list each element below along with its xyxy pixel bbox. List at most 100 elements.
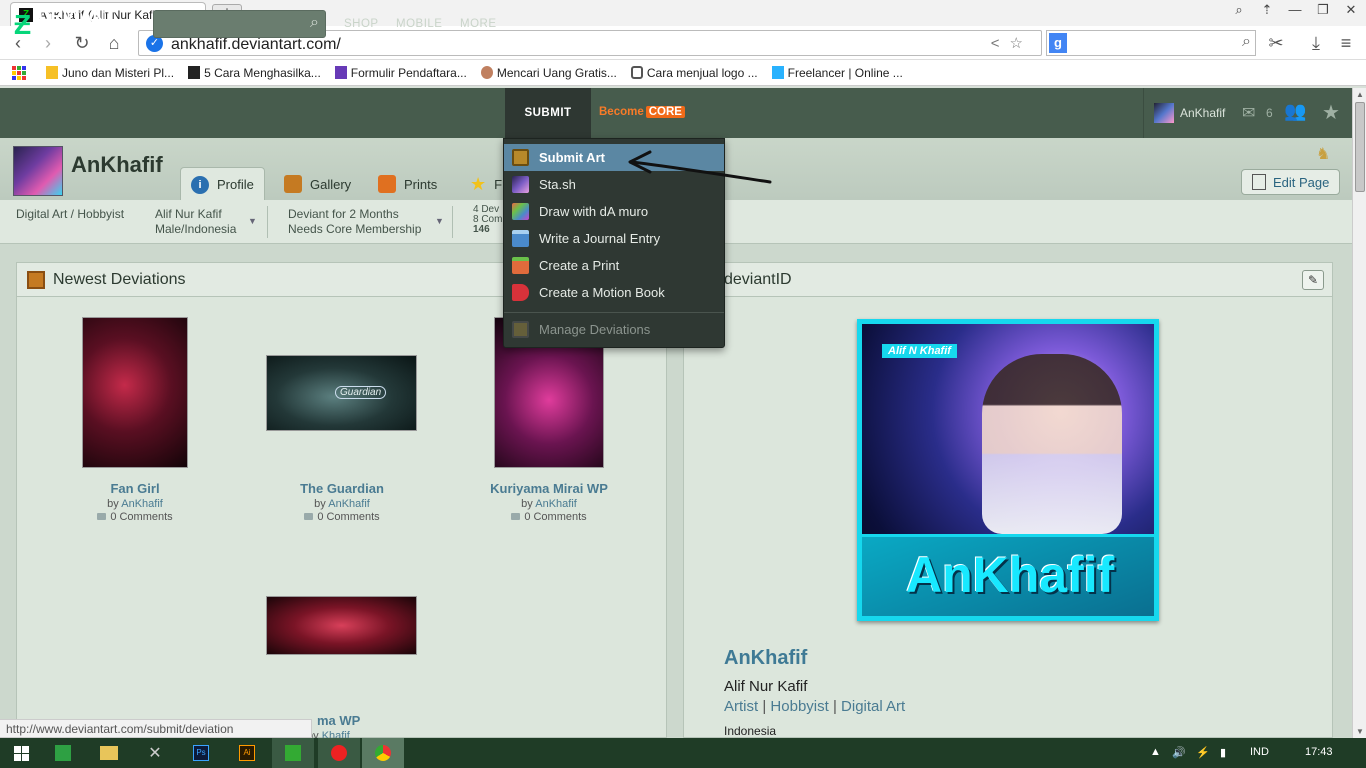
deviation-comments[interactable]: 0 Comments [262, 511, 422, 523]
power-icon[interactable]: ⚡ [1196, 746, 1210, 759]
search-icon[interactable]: ⌕ [310, 14, 319, 32]
taskbar-app[interactable] [42, 738, 84, 768]
deviation-title[interactable]: Kuriyama Mirai WP [469, 481, 629, 496]
language-indicator[interactable]: IND [1250, 746, 1269, 758]
pin-icon[interactable]: ⇡ [1254, 2, 1280, 18]
profile-name[interactable]: AnKhafif [71, 152, 163, 178]
deviation-comments[interactable]: 0 Comments [55, 511, 215, 523]
divider [452, 206, 453, 238]
bookmark-item[interactable]: 5 Cara Menghasilka... [188, 66, 321, 80]
menu-item-print[interactable]: Create a Print [504, 252, 724, 279]
menu-item-manage-deviations[interactable]: Manage Deviations [504, 316, 724, 343]
bookmark-item[interactable]: Cara menjual logo ... [630, 66, 758, 80]
network-icon[interactable]: ▮ [1220, 746, 1226, 759]
llama-icon[interactable]: ♞ [1316, 144, 1330, 163]
submit-button[interactable]: SUBMIT [505, 88, 591, 138]
tab-gallery[interactable]: Gallery [274, 167, 361, 201]
menu-item-muro[interactable]: Draw with dA muro [504, 198, 724, 225]
bookmark-item[interactable]: Formulir Pendaftara... [334, 66, 467, 80]
menu-item-journal[interactable]: Write a Journal Entry [504, 225, 724, 252]
menu-icon[interactable]: ≡ [1334, 32, 1358, 54]
deviation-author[interactable]: by AnKhafif [55, 498, 215, 510]
deviation-comments[interactable]: 0 Comments [469, 511, 629, 523]
taskbar-app[interactable] [272, 738, 314, 768]
chrome-icon [375, 745, 391, 761]
deviation-thumbnail[interactable]: Guardian [266, 355, 417, 431]
tab-profile[interactable]: i Profile [180, 167, 265, 201]
manage-icon [512, 321, 529, 338]
deviantid-panel: deviantID ✎ Alif N Khafif AnKhafif AnKha… [683, 262, 1333, 738]
taskbar-app[interactable]: ✕ [134, 738, 176, 768]
deviation-title[interactable]: Fan Girl [55, 481, 215, 496]
avatar[interactable] [1154, 103, 1174, 123]
download-icon[interactable]: ⤓ [1304, 32, 1328, 54]
bookmark-item[interactable]: Juno dan Misteri Pl... [46, 66, 174, 80]
illustrator-icon: Ai [239, 745, 255, 761]
user-menu[interactable]: AnKhafif ✉ 6 👥 ★ [1143, 88, 1352, 138]
tab-prints[interactable]: Prints [368, 167, 447, 201]
submit-art-icon [512, 149, 529, 166]
deviantid-image-tag: Alif N Khafif [882, 344, 957, 358]
bookmark-icon [334, 66, 347, 79]
comment-icon [511, 513, 521, 520]
taskbar-app[interactable]: Ps [180, 738, 222, 768]
search-icon[interactable]: ⌕ [1242, 33, 1251, 51]
start-button[interactable] [0, 738, 42, 768]
become-core-link[interactable]: Become CORE [599, 106, 685, 118]
taskbar-app[interactable] [318, 738, 360, 768]
maximize-icon[interactable]: ❐ [1310, 2, 1336, 18]
tools-icon[interactable]: ✂ [1264, 32, 1288, 54]
panel-header: deviantID [684, 263, 1332, 297]
username[interactable]: AnKhafif [1180, 106, 1225, 120]
tray-chevron-icon[interactable]: ▲ [1150, 746, 1161, 758]
stat-membership[interactable]: Deviant for 2 Months Needs Core Membersh… [288, 207, 421, 237]
clock[interactable]: 17:43 [1305, 746, 1333, 758]
deviation-thumbnail[interactable] [82, 317, 188, 468]
chevron-down-icon[interactable]: ▼ [248, 216, 257, 226]
share-star-icons[interactable]: <☆ [991, 34, 1033, 52]
nav-more[interactable]: MORE [460, 18, 497, 30]
deviation-title[interactable]: The Guardian [262, 481, 422, 496]
deviation-thumbnail[interactable] [266, 596, 417, 655]
message-count[interactable]: 6 [1266, 106, 1273, 120]
muro-icon [512, 203, 529, 220]
search-engine-box[interactable]: g ⌕ [1046, 30, 1256, 56]
volume-icon[interactable]: 🔊 [1172, 746, 1186, 759]
star-icon[interactable]: ★ [1322, 100, 1340, 125]
menu-item-motion-book[interactable]: Create a Motion Book [504, 279, 724, 306]
scroll-up-icon[interactable]: ▲ [1356, 90, 1364, 99]
profile-icon[interactable]: ⌕ [1226, 2, 1252, 18]
minimize-icon[interactable]: — [1282, 2, 1308, 17]
chevron-down-icon[interactable]: ▼ [435, 216, 444, 226]
taskbar-app[interactable] [88, 738, 130, 768]
deviation-author[interactable]: by AnKhafif [262, 498, 422, 510]
google-icon: g [1049, 33, 1067, 53]
apps-icon[interactable] [12, 65, 26, 80]
watch-icon[interactable]: 👥 [1284, 101, 1306, 122]
bookmark-item[interactable]: Mencari Uang Gratis... [480, 66, 617, 80]
edit-icon[interactable]: ✎ [1302, 270, 1324, 290]
close-window-icon[interactable]: ✕ [1338, 2, 1364, 18]
profile-avatar[interactable] [13, 146, 63, 196]
scroll-thumb[interactable] [1355, 102, 1365, 192]
deviation-title[interactable]: ma WP [317, 713, 397, 728]
site-search-input[interactable]: ⌕ [153, 10, 326, 38]
mail-icon[interactable]: ✉ [1242, 103, 1255, 123]
deviation-author[interactable]: by AnKhafif [469, 498, 629, 510]
page-scrollbar[interactable]: ▲ ▼ [1352, 88, 1366, 738]
favourites-icon: ★ [470, 173, 487, 194]
nav-mobile[interactable]: MOBILE [396, 18, 442, 30]
windows-taskbar: ✕ Ps Ai ▲ 🔊 ⚡ ▮ IND 17:43 [0, 738, 1366, 768]
scroll-down-icon[interactable]: ▼ [1356, 727, 1364, 736]
edit-page-button[interactable]: Edit Page [1241, 169, 1340, 195]
nav-shop[interactable]: SHOP [344, 18, 379, 30]
deviantid-username[interactable]: AnKhafif [724, 647, 807, 670]
photoshop-icon: Ps [193, 745, 209, 761]
taskbar-app[interactable]: Ai [226, 738, 268, 768]
taskbar-app[interactable] [362, 738, 404, 768]
stat-identity[interactable]: Alif Nur Kafif Male/Indonesia [155, 207, 236, 237]
stat-counts[interactable]: 4 Dev 8 Com 146 [473, 205, 502, 235]
deviantid-image[interactable]: Alif N Khafif AnKhafif [857, 319, 1159, 621]
deviantart-logo[interactable]: Ƶ DEVIANT ART [14, 8, 134, 41]
bookmark-item[interactable]: Freelancer | Online ... [771, 66, 903, 80]
